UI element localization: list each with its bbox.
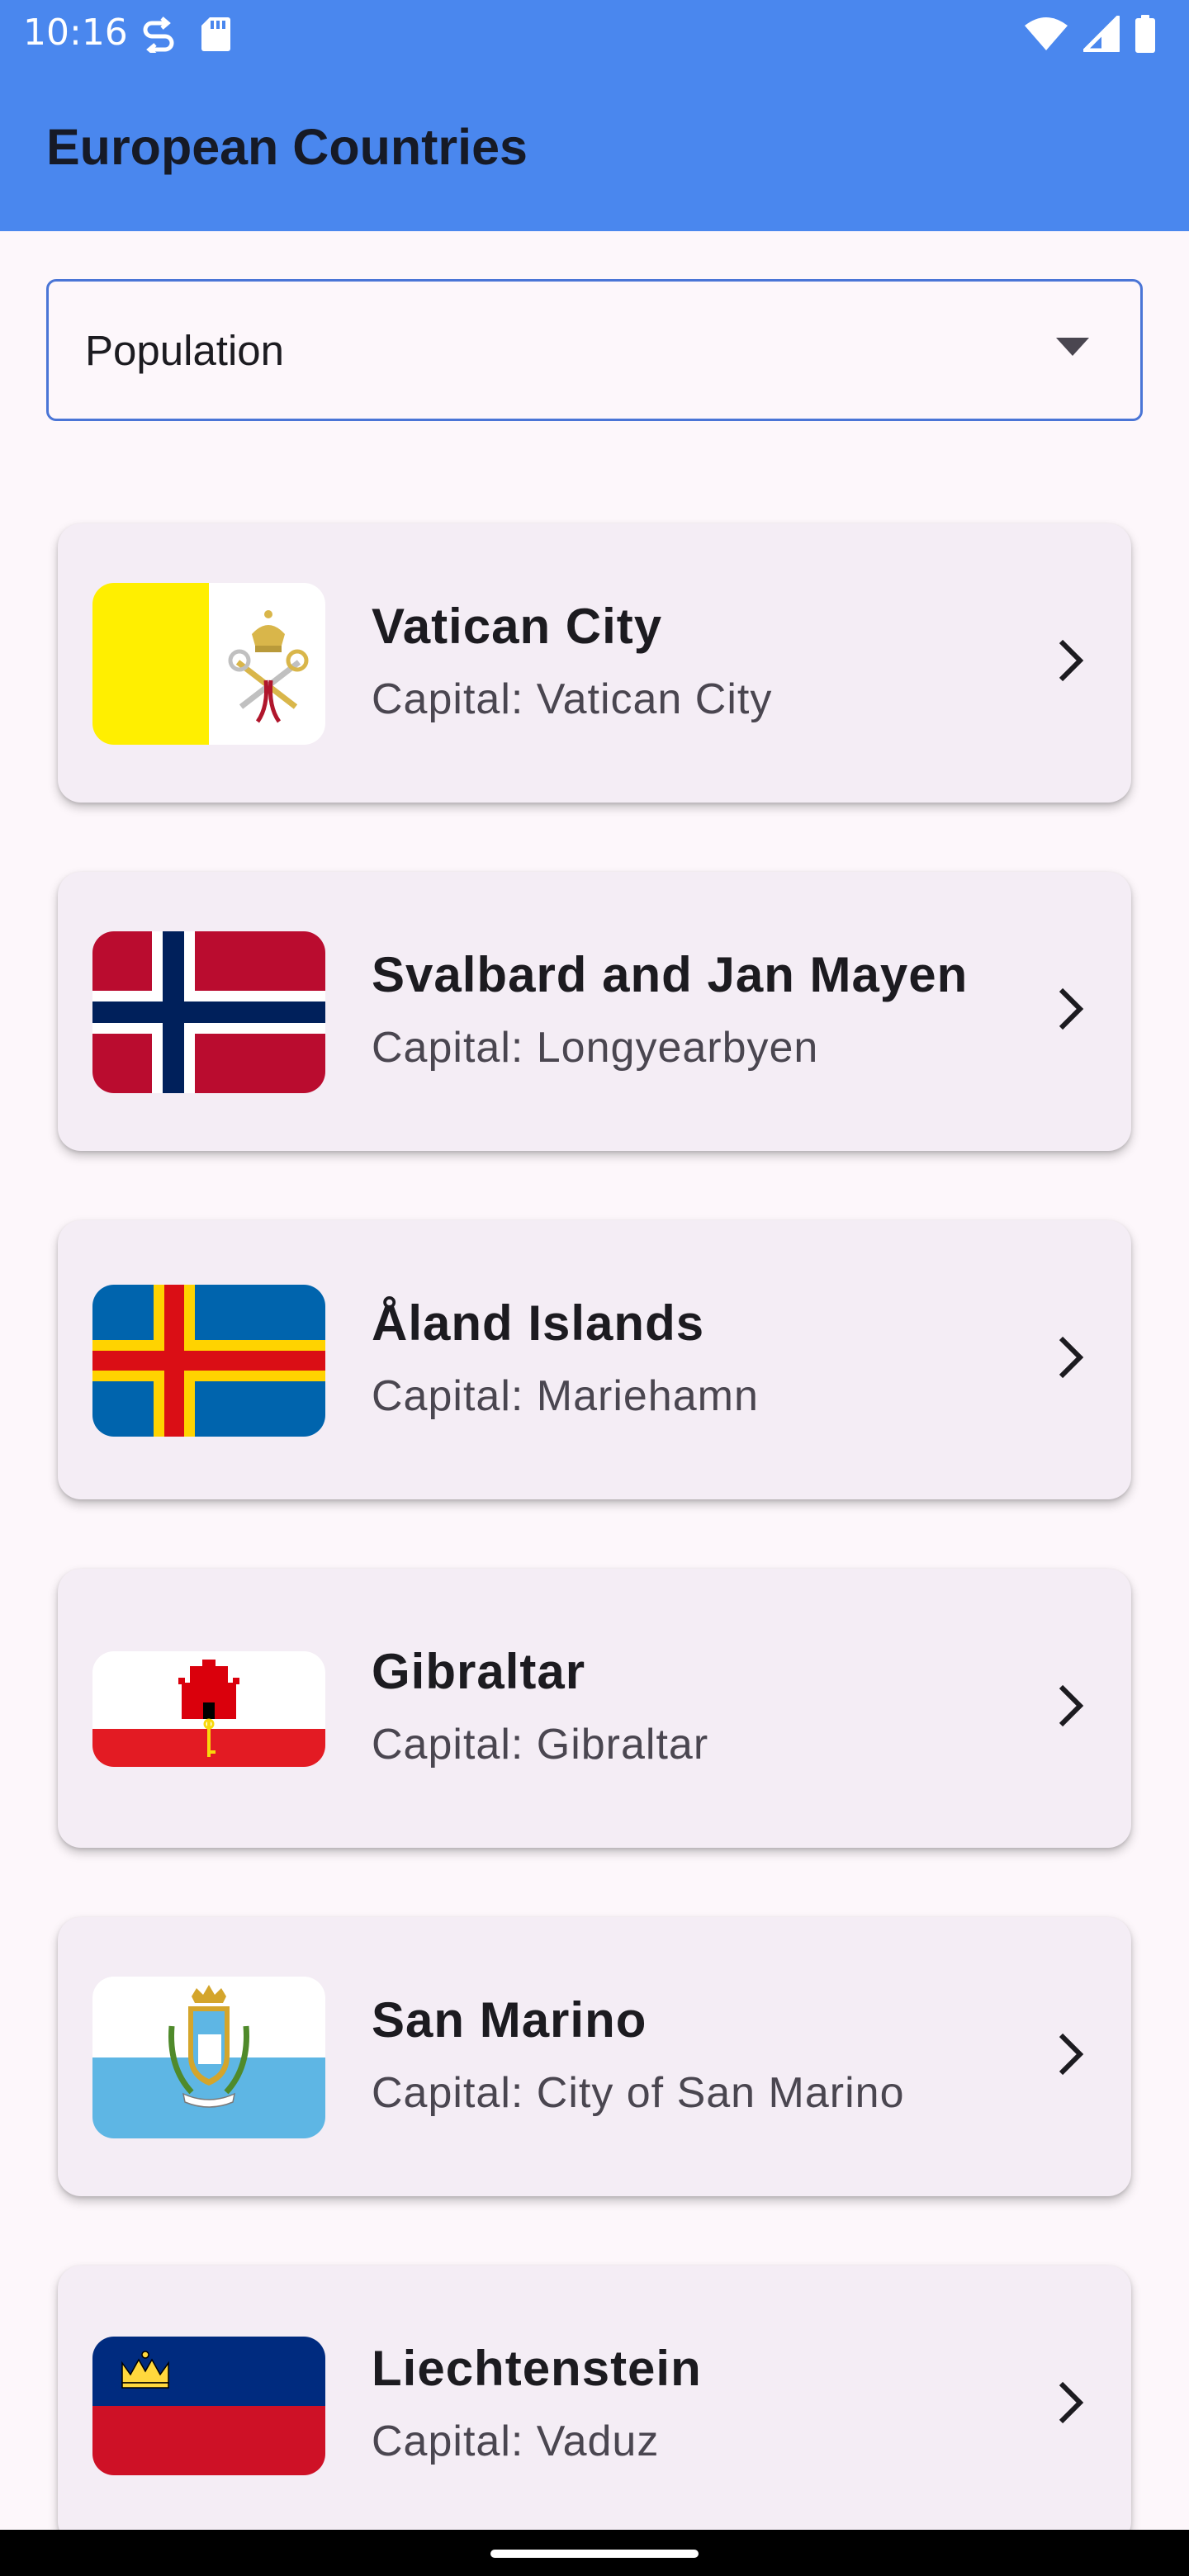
country-card-liechtenstein[interactable]: Liechtenstein Capital: Vaduz [58,2266,1131,2545]
country-card-svalbard-and-jan-mayen[interactable]: Svalbard and Jan Mayen Capital: Longyear… [58,872,1131,1151]
aland-islands-flag [92,1285,325,1437]
chevron-right-icon [1057,2379,1085,2430]
navigation-bar [0,2530,1189,2576]
country-capital: Capital: Vaduz [372,2417,660,2465]
country-card-san-marino[interactable]: San Marino Capital: City of San Marino [58,1917,1131,2196]
signal-icon [1083,16,1120,52]
app-bar: European Countries [0,66,1189,231]
country-capital: Capital: Longyearbyen [372,1024,819,1072]
home-gesture-handle[interactable] [490,2550,699,2558]
san-marino-flag [92,1977,325,2138]
country-card-vatican-city[interactable]: Vatican City Capital: Vatican City [58,523,1131,803]
sort-dropdown[interactable]: Population [46,279,1143,421]
country-name: Vatican City [372,599,663,654]
country-capital: Capital: Vatican City [372,675,773,723]
country-card-gibraltar[interactable]: Gibraltar Capital: Gibraltar [58,1569,1131,1848]
status-time: 10:16 [23,12,128,54]
chevron-right-icon [1057,637,1085,688]
status-bar: 10:16 [0,0,1189,66]
svalbard-and-jan-mayen-flag [92,931,325,1093]
country-card-aland-islands[interactable]: Åland Islands Capital: Mariehamn [58,1220,1131,1499]
status-left-icons [142,15,256,53]
chevron-right-icon [1057,2031,1085,2081]
country-name: Liechtenstein [372,2341,702,2396]
country-capital: Capital: Mariehamn [372,1372,759,1420]
battery-icon [1135,15,1156,53]
country-capital: Capital: City of San Marino [372,2069,905,2117]
page-title: European Countries [46,119,528,175]
country-capital: Capital: Gibraltar [372,1721,709,1769]
chevron-right-icon [1057,1683,1085,1733]
sort-dropdown-value: Population [85,327,285,374]
country-name: Svalbard and Jan Mayen [372,947,969,1002]
status-right-icons [1009,13,1156,54]
chevron-right-icon [1057,1334,1085,1385]
wifi-icon [1024,16,1068,52]
country-name: Gibraltar [372,1644,586,1699]
vatican-city-flag [92,583,325,745]
country-name: Åland Islands [372,1295,705,1351]
liechtenstein-flag [92,2337,325,2475]
chevron-right-icon [1057,986,1085,1036]
arrow-drop-down-icon [1056,338,1089,360]
sd-card-icon [200,16,231,52]
gibraltar-flag [92,1651,325,1767]
country-name: San Marino [372,1992,647,2048]
sync-icon [142,15,175,53]
